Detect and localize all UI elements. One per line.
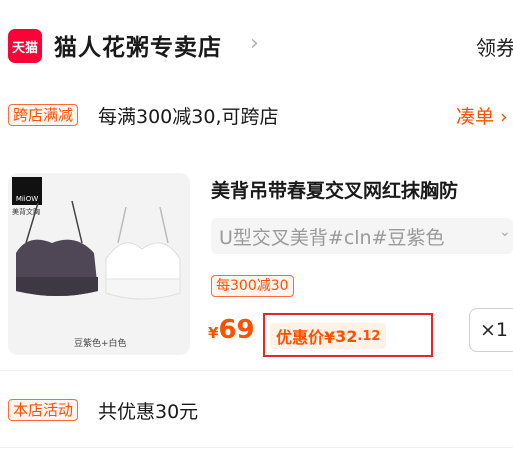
variant-selector[interactable]: U型交叉美背#cln#豆紫色 ⌄ (211, 218, 513, 254)
store-header[interactable]: 天猫 猫人花粥专卖店 › 领券 (0, 0, 513, 92)
chevron-right-icon[interactable]: › (250, 31, 259, 56)
store-name[interactable]: 猫人花粥专卖店 (54, 28, 222, 62)
quantity-stepper[interactable]: ×1 (469, 308, 513, 352)
discount-price-badge: 优惠价¥ 32.12 (270, 323, 387, 349)
get-coupon-button[interactable]: 领券 (476, 32, 513, 61)
store-activity-badge: 本店活动 (8, 399, 79, 421)
product-image[interactable]: MiiOW 美背文胸 豆紫色+白色 (8, 173, 190, 355)
product-title[interactable]: 美背吊带春夏交叉网红抹胸防 (211, 176, 458, 203)
add-items-link[interactable]: 凑单 › (456, 102, 508, 129)
tmall-logo-icon: 天猫 (8, 29, 42, 63)
discount-price-decimal: .12 (357, 328, 381, 344)
price-value: 69 (218, 315, 255, 345)
store-activity-row: 本店活动 共优惠30元 (0, 377, 513, 447)
currency-symbol: ¥ (208, 324, 219, 342)
variant-label: U型交叉美背#cln#豆紫色 (219, 227, 445, 249)
chevron-down-icon: ⌄ (499, 224, 511, 240)
bra-illustration (16, 200, 181, 300)
cross-store-discount-badge: 跨店满减 (8, 104, 79, 126)
discount-tag: 每300减30 (211, 275, 294, 297)
discount-price-int: 32 (335, 326, 358, 346)
product-item: MiiOW 美背文胸 豆紫色+白色 美背吊带春夏交叉网红抹胸防 U型交叉美背#c… (0, 160, 513, 360)
activity-text: 共优惠30元 (98, 401, 199, 423)
divider (0, 447, 513, 448)
promo-row: 跨店满减 每满300减30,可跨店 凑单 › (0, 92, 513, 142)
image-caption: 豆紫色+白色 (74, 339, 127, 349)
price: ¥69 (208, 315, 255, 345)
divider (0, 370, 513, 371)
promo-text: 每满300减30,可跨店 (98, 106, 279, 128)
discount-label: 优惠价¥ (276, 328, 336, 347)
